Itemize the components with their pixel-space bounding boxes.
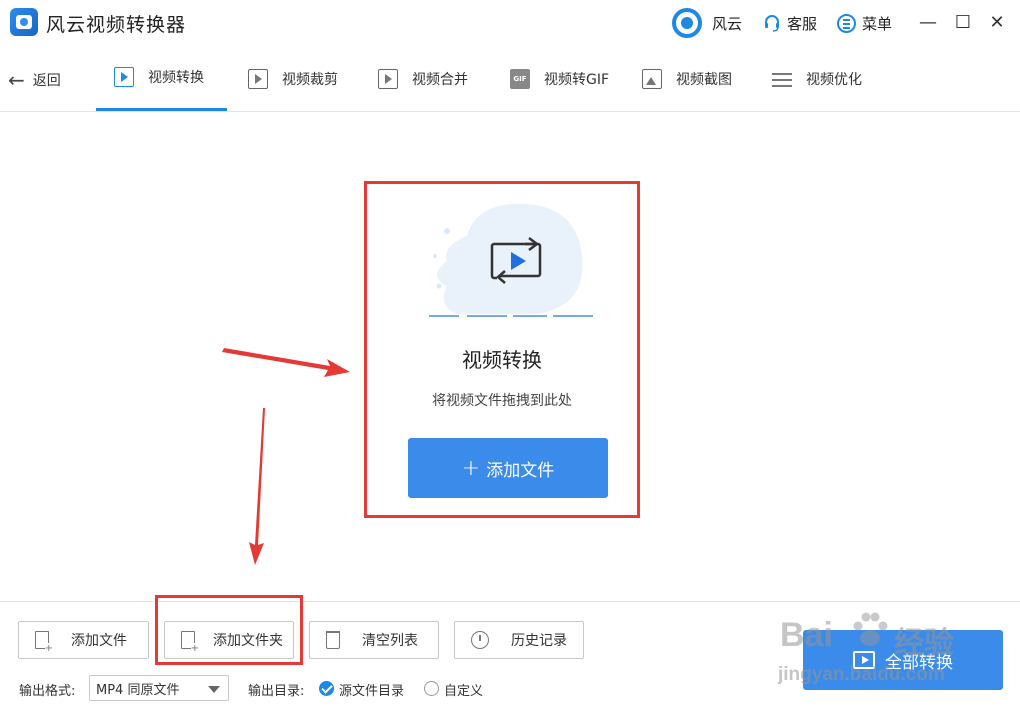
convert-icon — [853, 651, 875, 669]
add-folder-highlight — [155, 595, 303, 665]
clear-list-label: 清空列表 — [362, 633, 418, 649]
add-file-icon — [35, 631, 53, 654]
menu-label: 菜单 — [862, 14, 893, 33]
customer-service-button[interactable]: 客服 — [763, 10, 817, 36]
video-merge-icon — [378, 68, 398, 89]
brand-button[interactable]: 风云 — [672, 8, 743, 38]
tab-video-convert[interactable]: 视频转换 — [96, 46, 227, 111]
radio-custom-dir[interactable] — [424, 681, 439, 696]
output-format-select[interactable]: MP4 同原文件 — [89, 675, 229, 701]
tab-video-to-gif[interactable]: GIF 视频转GIF — [492, 46, 627, 111]
service-label: 客服 — [787, 14, 818, 33]
convert-all-button[interactable]: 全部转换 — [803, 630, 1003, 690]
back-label: 返回 — [32, 73, 61, 89]
tab-label: 视频截图 — [676, 71, 732, 88]
history-label: 历史记录 — [511, 633, 567, 649]
add-file-button[interactable]: 添加文件 — [18, 621, 149, 659]
menu-button[interactable]: 菜单 — [837, 10, 892, 36]
tab-label: 视频转换 — [148, 70, 204, 86]
tab-label: 视频裁剪 — [282, 71, 338, 88]
brand-label: 风云 — [712, 14, 743, 33]
tab-video-screenshot[interactable]: 视频截图 — [624, 46, 750, 111]
optimize-icon — [772, 69, 792, 89]
clock-icon — [471, 631, 489, 649]
gif-icon: GIF — [510, 68, 530, 89]
plus-icon: + — [461, 455, 481, 481]
minimize-button[interactable]: — — [918, 12, 938, 33]
close-button[interactable]: ✕ — [987, 12, 1007, 33]
tab-label: 视频合并 — [412, 71, 468, 88]
drop-zone-hint: 将视频文件拖拽到此处 — [432, 393, 572, 409]
convert-all-label: 全部转换 — [885, 652, 953, 673]
add-file-primary-label: 添加文件 — [486, 460, 555, 481]
fengyun-logo-icon — [672, 8, 702, 38]
chevron-down-icon — [208, 686, 220, 693]
maximize-button[interactable]: ☐ — [953, 12, 973, 33]
arrow-to-add-folder — [249, 408, 265, 565]
add-file-label: 添加文件 — [71, 633, 127, 649]
tab-video-optimize[interactable]: 视频优化 — [754, 46, 880, 111]
screenshot-icon — [642, 68, 662, 89]
tab-video-crop[interactable]: 视频裁剪 — [230, 46, 356, 111]
tab-video-merge[interactable]: 视频合并 — [360, 46, 486, 111]
video-convert-icon — [114, 67, 134, 87]
output-format-value: MP4 同原文件 — [96, 682, 180, 698]
add-file-primary-button[interactable]: + 添加文件 — [408, 438, 608, 498]
tab-label: 视频优化 — [806, 71, 862, 88]
back-button[interactable]: ← 返回 — [8, 68, 61, 92]
feature-tabs-bar: ← 返回 视频转换 视频裁剪 视频合并 GIF 视频转GIF 视频截图 视频优化 — [0, 46, 1020, 112]
app-title: 风云视频转换器 — [46, 14, 187, 36]
custom-dir-label: 自定义 — [444, 684, 484, 699]
video-convert-illustration — [429, 203, 593, 317]
history-button[interactable]: 历史记录 — [454, 621, 584, 659]
output-dir-label: 输出目录: — [248, 684, 305, 699]
output-format-label: 输出格式: — [19, 684, 76, 699]
app-logo-icon — [10, 8, 38, 36]
source-dir-label: 源文件目录 — [339, 684, 405, 699]
clear-list-button[interactable]: 清空列表 — [309, 621, 439, 659]
video-crop-icon — [248, 68, 268, 89]
title-bar: 风云视频转换器 风云 客服 菜单 — ☐ ✕ — [0, 0, 1020, 46]
menu-icon — [837, 13, 856, 33]
headset-icon — [765, 15, 779, 32]
trash-icon — [326, 631, 340, 649]
arrow-to-dropzone — [222, 348, 350, 377]
drop-zone-title: 视频转换 — [462, 348, 542, 372]
radio-source-dir[interactable] — [319, 681, 334, 696]
arrow-left-icon: ← — [8, 68, 25, 92]
tab-label: 视频转GIF — [544, 71, 610, 88]
drop-zone[interactable]: 视频转换 将视频文件拖拽到此处 + 添加文件 — [364, 181, 640, 518]
